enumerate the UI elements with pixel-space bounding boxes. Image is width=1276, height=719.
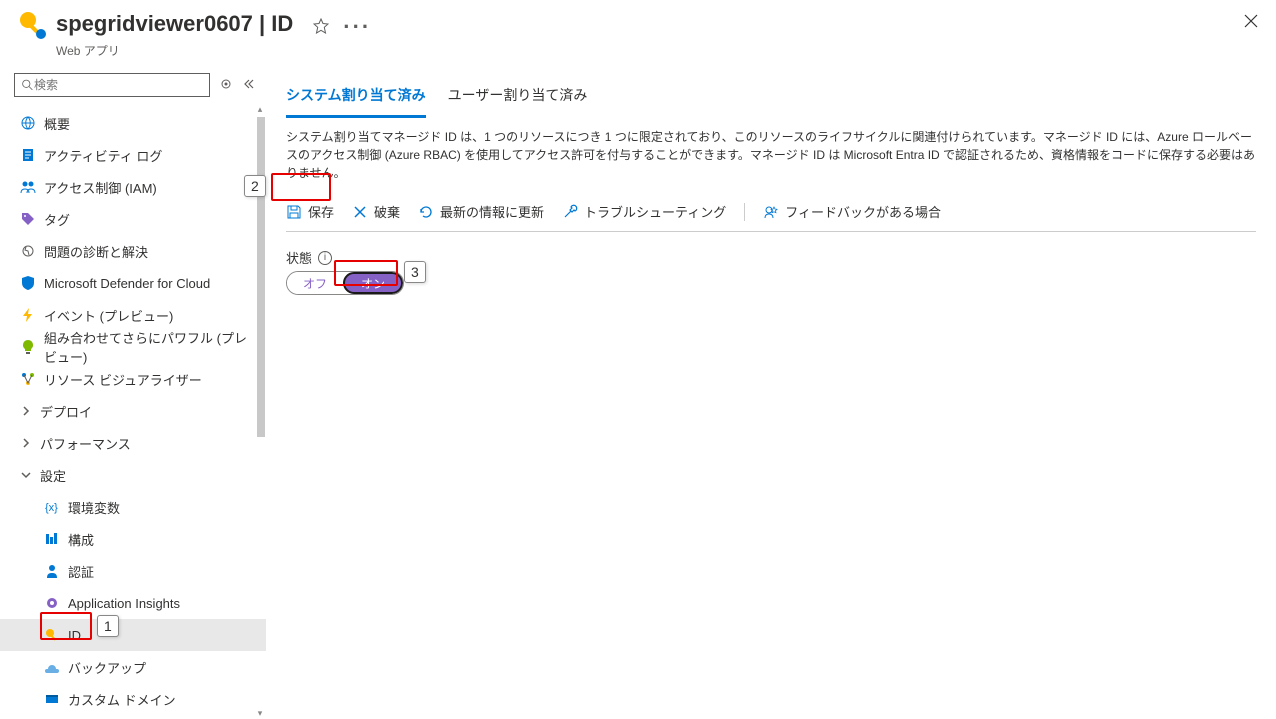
sidebar-item-label: 構成 [68, 530, 94, 549]
main-content: システム割り当て済み ユーザー割り当て済み システム割り当てマネージド ID は… [266, 67, 1276, 719]
more-icon[interactable]: ··· [343, 14, 371, 40]
sidebar-item-label: アクティビティ ログ [44, 146, 162, 165]
sidebar-item-0[interactable]: 概要 [0, 107, 266, 139]
save-button[interactable]: 保存 [286, 202, 334, 221]
sidebar-item-6[interactable]: イベント (プレビュー) [0, 299, 266, 331]
sidebar-item-label: ID [68, 628, 81, 643]
page-subtitle: Web アプリ [56, 42, 1260, 59]
sidebar-item-label: デプロイ [40, 402, 92, 421]
toggle-off[interactable]: オフ [287, 272, 343, 294]
sidebar-item-13[interactable]: 構成 [0, 523, 266, 555]
sidebar-item-2[interactable]: アクセス制御 (IAM) [0, 171, 266, 203]
refresh-icon [418, 204, 434, 220]
page-title: spegridviewer0607 | ID [56, 11, 293, 37]
scroll-up-arrow-icon[interactable]: ▴ [254, 103, 266, 115]
chev-icon [20, 437, 32, 449]
sidebar-item-7[interactable]: 組み合わせてさらにパワフル (プレビュー) [0, 331, 266, 363]
chev-down-icon [20, 469, 32, 481]
bolt-icon [20, 307, 36, 323]
troubleshoot-button[interactable]: トラブルシューティング [562, 202, 726, 221]
sidebar-item-15[interactable]: Application Insights [0, 587, 266, 619]
key-icon [44, 627, 60, 643]
save-icon [286, 204, 302, 220]
search-input[interactable] [14, 73, 210, 97]
toolbar: 保存 破棄 最新の情報に更新 トラブルシューティング フィードバックがある場合 [286, 196, 1256, 232]
feedback-icon [763, 204, 779, 220]
sidebar-item-8[interactable]: リソース ビジュアライザー [0, 363, 266, 395]
sidebar-item-12[interactable]: {x} 環境変数 [0, 491, 266, 523]
tab-system-assigned[interactable]: システム割り当て済み [286, 77, 426, 118]
bulb-icon [20, 339, 36, 355]
sidebar-item-label: パフォーマンス [40, 434, 131, 453]
pin-icon[interactable] [220, 78, 232, 93]
favorite-star-icon[interactable] [313, 14, 329, 40]
log-icon [20, 147, 36, 163]
diagnose-icon [20, 243, 36, 259]
discard-icon [352, 204, 368, 220]
sidebar-item-14[interactable]: 認証 [0, 555, 266, 587]
insights-icon [44, 595, 60, 611]
sidebar-item-label: 概要 [44, 114, 70, 133]
callout-3: 3 [404, 261, 426, 283]
refresh-button[interactable]: 最新の情報に更新 [418, 202, 544, 221]
sidebar-item-5[interactable]: Microsoft Defender for Cloud [0, 267, 266, 299]
search-icon [21, 78, 34, 92]
troubleshoot-icon [562, 204, 578, 220]
collapse-icon[interactable] [242, 77, 256, 94]
sidebar-item-10[interactable]: パフォーマンス [0, 427, 266, 459]
sidebar-item-16[interactable]: ID [0, 619, 266, 651]
sidebar-item-label: 設定 [40, 466, 66, 485]
sidebar-item-3[interactable]: タグ [0, 203, 266, 235]
domain-icon [44, 691, 60, 707]
state-toggle[interactable]: オフ オン [286, 271, 404, 295]
scroll-down-arrow-icon[interactable]: ▾ [254, 707, 266, 719]
sidebar-item-label: 認証 [68, 562, 94, 581]
auth-icon [44, 563, 60, 579]
discard-button[interactable]: 破棄 [352, 202, 400, 221]
tab-user-assigned[interactable]: ユーザー割り当て済み [448, 77, 588, 118]
blade-header: spegridviewer0607 | ID ··· Web アプリ [0, 0, 1276, 67]
config-icon [44, 531, 60, 547]
description-text: システム割り当てマネージド ID は、1 つのリソースにつき 1 つに限定されて… [286, 128, 1256, 182]
sidebar-item-label: Microsoft Defender for Cloud [44, 276, 210, 291]
sidebar-item-label: タグ [44, 210, 70, 229]
sidebar-item-1[interactable]: アクティビティ ログ [0, 139, 266, 171]
sidebar-item-label: バックアップ [68, 658, 146, 677]
sidebar-item-label: 組み合わせてさらにパワフル (プレビュー) [44, 328, 256, 366]
shield-icon [20, 275, 36, 291]
tag-icon [20, 211, 36, 227]
backup-icon [44, 659, 60, 675]
feedback-button[interactable]: フィードバックがある場合 [763, 202, 941, 221]
svg-text:{x}: {x} [45, 502, 58, 514]
sidebar-item-label: カスタム ドメイン [68, 690, 176, 709]
iam-icon [20, 179, 36, 195]
scroll-thumb[interactable] [257, 117, 265, 437]
sidebar-item-label: 環境変数 [68, 498, 120, 517]
sidebar-item-label: 問題の診断と解決 [44, 242, 148, 261]
sidebar-item-label: Application Insights [68, 596, 180, 611]
toggle-on[interactable]: オン [343, 272, 403, 294]
sidebar: 概要アクティビティ ログアクセス制御 (IAM) タグ問題の診断と解決 Micros… [0, 67, 266, 719]
callout-1: 1 [97, 615, 119, 637]
envvar-icon: {x} [44, 499, 60, 515]
info-icon[interactable]: i [318, 251, 332, 265]
chev-icon [20, 405, 32, 417]
sidebar-item-label: イベント (プレビュー) [44, 306, 173, 325]
globe-icon [20, 115, 36, 131]
resvis-icon [20, 371, 36, 387]
state-label: 状態 [286, 248, 312, 267]
callout-2: 2 [244, 175, 266, 197]
sidebar-item-4[interactable]: 問題の診断と解決 [0, 235, 266, 267]
sidebar-item-label: リソース ビジュアライザー [44, 370, 202, 389]
close-icon[interactable] [1244, 14, 1258, 31]
sidebar-item-label: アクセス制御 (IAM) [44, 178, 157, 197]
toolbar-separator [744, 203, 745, 221]
sidebar-item-9[interactable]: デプロイ [0, 395, 266, 427]
sidebar-item-18[interactable]: カスタム ドメイン [0, 683, 266, 715]
key-icon [16, 8, 48, 40]
sidebar-item-11[interactable]: 設定 [0, 459, 266, 491]
sidebar-item-17[interactable]: バックアップ [0, 651, 266, 683]
